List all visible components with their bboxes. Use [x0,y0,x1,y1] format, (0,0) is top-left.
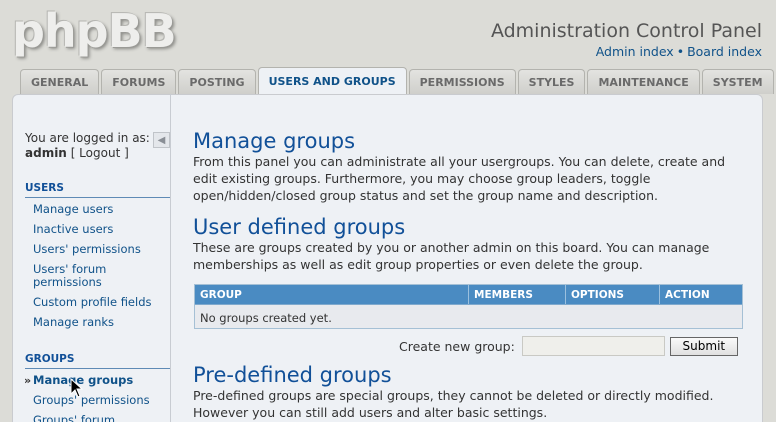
admin-index-link[interactable]: Admin index [596,44,674,59]
sidebar-heading-users: USERS [25,182,170,198]
user-defined-description: These are groups created by you or anoth… [193,240,710,272]
table-header: GROUP MEMBERS OPTIONS ACTION [195,285,742,305]
groups-table: GROUP MEMBERS OPTIONS ACTION No groups c… [194,284,743,329]
sidebar-item-groups-permissions[interactable]: Groups' permissions [33,394,168,407]
sidebar-item-manage-ranks[interactable]: Manage ranks [33,316,168,329]
sidebar-item-inactive-users[interactable]: Inactive users [33,223,168,236]
sidebar-item-manage-users[interactable]: Manage users [33,203,168,216]
login-prefix: You are logged in as: [25,131,150,145]
column-header-members: MEMBERS [469,285,566,304]
tab-posting[interactable]: POSTING [178,69,256,94]
phpbb-logo: phpBB [12,4,177,58]
predefined-description: Pre-defined groups are special groups, t… [193,388,714,420]
submit-button[interactable]: Submit [669,336,738,356]
mouse-cursor-icon [70,378,84,398]
page-title: Manage groups [193,129,356,153]
create-group-row: Create new group: Submit [399,336,738,356]
tab-permissions[interactable]: PERMISSIONS [408,69,516,94]
sidebar-item-users-forum-permissions[interactable]: Users' forum permissions [33,263,133,289]
link-separator: • [676,44,685,59]
tab-general[interactable]: GENERAL [20,69,100,94]
create-group-input[interactable] [521,336,665,356]
create-group-label: Create new group: [399,338,515,354]
column-header-group: GROUP [195,285,469,304]
logout-link[interactable]: [ Logout ] [71,146,129,160]
table-empty-row: No groups created yet. [200,311,332,325]
intro-text: From this panel you can administrate all… [193,154,726,203]
username: admin [25,146,67,160]
main-content: Manage groups From this panel you can ad… [193,129,753,204]
login-info: You are logged in as: admin [ Logout ] [25,131,150,161]
header-links: Admin index • Board index [596,44,762,59]
tab-forums[interactable]: FORUMS [101,69,177,94]
sidebar-heading-groups: GROUPS [25,353,170,369]
sidebar-item-users-permissions[interactable]: Users' permissions [33,243,168,256]
user-defined-section: User defined groups These are groups cre… [193,215,753,273]
tab-maintenance[interactable]: MAINTENANCE [587,69,700,94]
predefined-title: Pre-defined groups [193,363,392,387]
board-index-link[interactable]: Board index [687,44,762,59]
tab-styles[interactable]: STYLES [517,69,586,94]
collapse-sidebar-icon[interactable]: ◀ [153,132,170,148]
main-tabs: GENERAL FORUMS POSTING USERS AND GROUPS … [20,67,774,94]
tab-users-and-groups[interactable]: USERS AND GROUPS [257,67,407,94]
sidebar-item-manage-groups[interactable]: Manage groups [24,374,168,388]
tab-system[interactable]: SYSTEM [701,69,774,94]
sidebar-item-custom-profile-fields[interactable]: Custom profile fields [33,296,168,309]
predefined-section: Pre-defined groups Pre-defined groups ar… [193,363,753,421]
sidebar-item-groups-forum[interactable]: Groups' forum [33,414,168,422]
column-header-action: ACTION [665,289,710,301]
column-header-options: OPTIONS [566,285,660,304]
user-defined-title: User defined groups [193,215,406,239]
page-header-title: Administration Control Panel [490,20,762,42]
